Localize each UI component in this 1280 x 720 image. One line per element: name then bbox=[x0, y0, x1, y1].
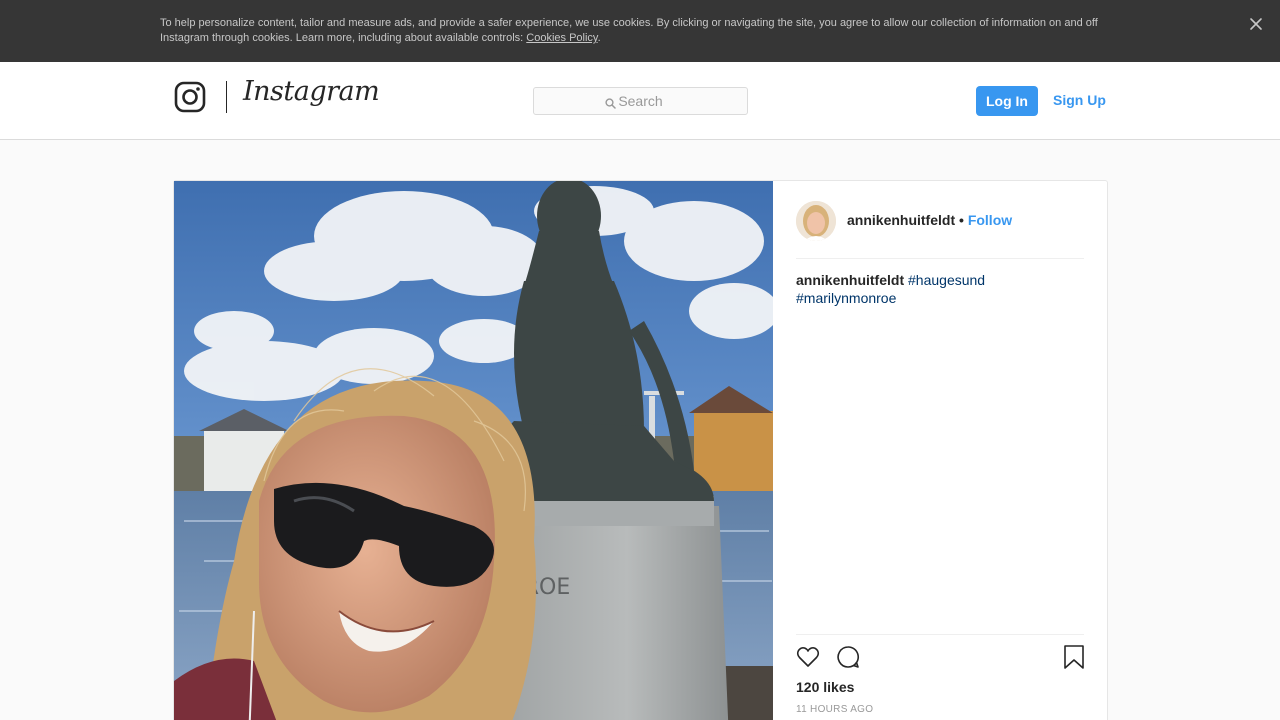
post-card: ONROE bbox=[173, 180, 1108, 720]
search-input[interactable] bbox=[534, 88, 747, 114]
post-author-row: annikenhuitfeldt • Follow bbox=[847, 212, 1012, 228]
follow-button[interactable]: Follow bbox=[968, 212, 1012, 228]
cookies-policy-link[interactable]: Cookies Policy bbox=[526, 32, 597, 44]
caption-username[interactable]: annikenhuitfeldt bbox=[796, 272, 904, 288]
separator-dot: • bbox=[959, 212, 964, 228]
bookmark-icon[interactable] bbox=[1062, 644, 1086, 670]
post-caption: annikenhuitfeldt #haugesund #marilynmonr… bbox=[796, 271, 1084, 307]
cookie-notice-period: . bbox=[597, 32, 601, 44]
instagram-wordmark[interactable]: Instagram bbox=[243, 76, 380, 107]
author-username[interactable]: annikenhuitfeldt bbox=[847, 212, 955, 228]
search-box[interactable] bbox=[533, 87, 748, 115]
divider bbox=[796, 634, 1084, 635]
cookie-notice-text: To help personalize content, tailor and … bbox=[160, 16, 1110, 46]
logo-divider bbox=[226, 81, 227, 113]
instagram-glyph-icon[interactable] bbox=[174, 81, 206, 113]
heart-icon[interactable] bbox=[795, 644, 821, 670]
cookie-banner: To help personalize content, tailor and … bbox=[0, 0, 1280, 62]
top-navigation: Instagram Log In Sign Up bbox=[0, 62, 1280, 140]
post-timestamp: 11 HOURS AGO bbox=[796, 704, 874, 715]
divider bbox=[796, 258, 1084, 259]
cookie-notice-body: To help personalize content, tailor and … bbox=[160, 17, 1098, 44]
hashtag-link[interactable]: #haugesund bbox=[908, 272, 985, 288]
post-sidebar: annikenhuitfeldt • Follow annikenhuitfel… bbox=[773, 181, 1108, 720]
comment-icon[interactable] bbox=[835, 644, 861, 670]
close-icon[interactable] bbox=[1246, 14, 1266, 34]
log-in-button[interactable]: Log In bbox=[976, 86, 1038, 116]
post-photo[interactable]: ONROE bbox=[174, 181, 773, 720]
hashtag-link[interactable]: #marilynmonroe bbox=[796, 290, 896, 306]
avatar[interactable] bbox=[796, 201, 836, 241]
likes-count[interactable]: 120 likes bbox=[796, 679, 854, 695]
sign-up-link[interactable]: Sign Up bbox=[1053, 92, 1106, 108]
